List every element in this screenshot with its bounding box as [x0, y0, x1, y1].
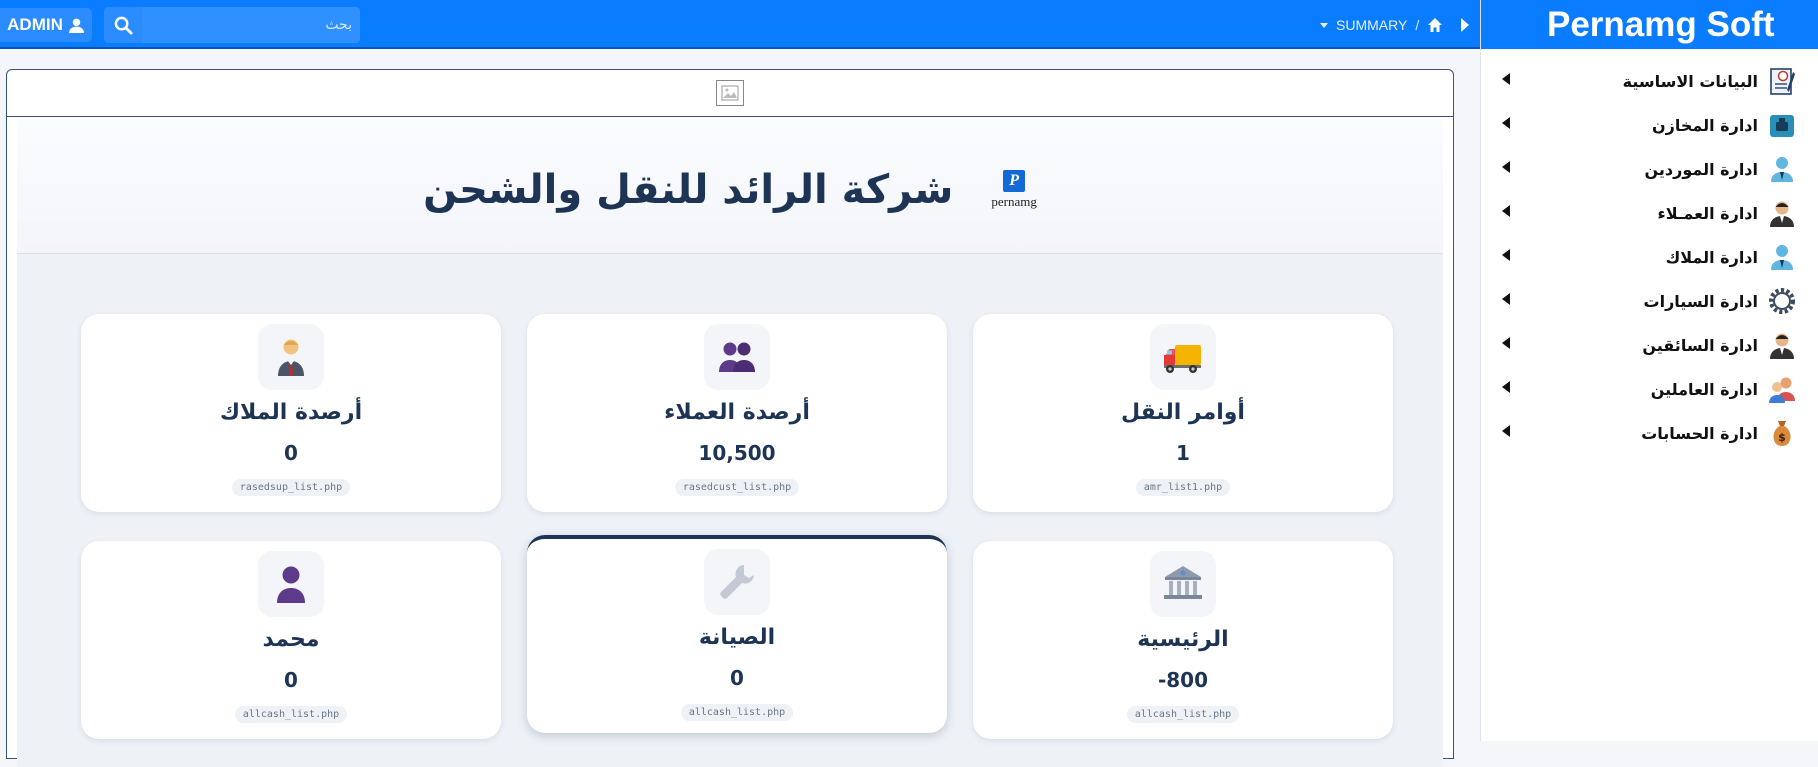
money-bag-icon: $ [1766, 417, 1798, 449]
sidebar-item-cars[interactable]: ادارة السيارات [1481, 279, 1818, 323]
expand-arrow-icon[interactable] [1502, 117, 1510, 129]
card-file-tag: amr_list1.php [1135, 479, 1231, 496]
sidebar-item-accounts[interactable]: ادارة الحسابات $ [1481, 411, 1818, 455]
card-customer-balances[interactable]: أرصدة العملاء 10,500 rasedcust_list.php [527, 314, 947, 512]
sidebar-item-label: البيانات الاساسية [1622, 71, 1758, 91]
company-header: شركة الرائد للنقل والشحن P pernamg [17, 117, 1443, 254]
admin-user-button[interactable]: ADMIN [0, 8, 92, 42]
card-file-tag: rasedcust_list.php [674, 479, 800, 496]
card-file-tag: rasedsup_list.php [231, 479, 351, 496]
expand-arrow-icon[interactable] [1502, 249, 1510, 261]
card-title: أرصدة الملاك [219, 400, 363, 425]
expand-arrow-icon[interactable] [1502, 205, 1510, 217]
sidebar: Pernamg Soft البيانات الاساسية ادارة الم… [1480, 0, 1818, 741]
logo-text: pernamg [991, 194, 1037, 209]
sidebar-toggle-icon[interactable] [1461, 18, 1470, 32]
breadcrumb-separator: / [1415, 17, 1420, 33]
card-file-tag: allcash_list.php [234, 706, 348, 723]
customer-icon [1766, 197, 1798, 229]
sidebar-item-label: ادارة السائقين [1642, 335, 1758, 355]
card-owner-balances[interactable]: أرصدة الملاك 0 rasedsup_list.php [81, 314, 501, 512]
card-value: 10,500 [698, 441, 776, 465]
sidebar-item-customers[interactable]: ادارة العمـلاء [1481, 191, 1818, 235]
sidebar-item-label: ادارة المخازن [1651, 115, 1758, 135]
card-file-tag: allcash_list.php [1126, 706, 1240, 723]
sidebar-item-warehouses[interactable]: ادارة المخازن [1481, 103, 1818, 147]
basic-data-icon [1766, 65, 1798, 97]
sidebar-item-suppliers[interactable]: ادارة الموردين [1481, 147, 1818, 191]
top-navbar: ADMIN SUMMARY / [0, 0, 1480, 49]
owner-icon [1766, 241, 1798, 273]
supplier-icon [1766, 153, 1798, 185]
card-title: محمد [262, 627, 320, 652]
card-title: الرئيسية [1137, 627, 1229, 652]
gear-icon [1766, 285, 1798, 317]
customers-icon [704, 324, 770, 390]
user-icon [68, 18, 84, 33]
card-value: 0 [730, 666, 744, 690]
card-mohamed[interactable]: محمد 0 allcash_list.php [81, 541, 501, 739]
main-panel: شركة الرائد للنقل والشحن P pernamg أوامر… [6, 69, 1454, 767]
search-icon [114, 16, 133, 35]
card-transport-orders[interactable]: أوامر النقل 1 amr_list1.php [973, 314, 1393, 512]
company-title: شركة الرائد للنقل والشحن [423, 167, 954, 213]
panel-header [7, 70, 1453, 117]
sidebar-item-basic-data[interactable]: البيانات الاساسية [1481, 59, 1818, 103]
sidebar-item-label: ادارة الملاك [1665, 247, 1758, 267]
sidebar-item-label: ادارة الموردين [1644, 159, 1758, 179]
home-icon[interactable] [1427, 17, 1443, 33]
bank-icon [1150, 551, 1216, 617]
search-input[interactable] [142, 7, 360, 43]
truck-icon [1150, 324, 1216, 390]
card-value: 0 [284, 668, 298, 692]
breadcrumb-summary[interactable]: SUMMARY [1336, 17, 1407, 33]
warehouse-icon [1766, 109, 1798, 141]
owner-person-icon [258, 324, 324, 390]
driver-icon [1766, 329, 1798, 361]
company-logo: P pernamg [991, 170, 1037, 210]
broken-image-icon [716, 80, 744, 106]
admin-label: ADMIN [7, 15, 63, 34]
card-title: أوامر النقل [1121, 400, 1245, 425]
sidebar-item-label: ادارة العاملين [1650, 379, 1758, 399]
expand-arrow-icon[interactable] [1502, 161, 1510, 173]
card-title: أرصدة العملاء [664, 400, 810, 425]
card-main[interactable]: الرئيسية -800 allcash_list.php [973, 541, 1393, 739]
card-maintenance[interactable]: الصيانة 0 allcash_list.php [527, 535, 947, 733]
sidebar-menu: البيانات الاساسية ادارة المخازن ادارة ال… [1481, 49, 1818, 455]
workers-icon [1766, 373, 1798, 405]
card-value: 0 [284, 441, 298, 465]
chevron-down-icon[interactable] [1320, 22, 1328, 28]
card-file-tag: allcash_list.php [680, 704, 794, 721]
card-title: الصيانة [698, 625, 776, 650]
sidebar-item-label: ادارة السيارات [1643, 291, 1759, 311]
wrench-icon [704, 549, 770, 615]
expand-arrow-icon[interactable] [1502, 337, 1510, 349]
card-value: 1 [1176, 441, 1190, 465]
breadcrumb: SUMMARY / [1320, 14, 1470, 36]
expand-arrow-icon[interactable] [1502, 425, 1510, 437]
expand-arrow-icon[interactable] [1502, 381, 1510, 393]
dashboard-content: شركة الرائد للنقل والشحن P pernamg أوامر… [17, 117, 1443, 767]
svg-text:$: $ [1778, 431, 1786, 444]
expand-arrow-icon[interactable] [1502, 73, 1510, 85]
sidebar-item-owners[interactable]: ادارة الملاك [1481, 235, 1818, 279]
sidebar-item-workers[interactable]: ادارة العاملين [1481, 367, 1818, 411]
sidebar-item-label: ادارة الحسابات [1641, 423, 1758, 443]
brand-title[interactable]: Pernamg Soft [1481, 0, 1818, 49]
sidebar-item-drivers[interactable]: ادارة السائقين [1481, 323, 1818, 367]
sidebar-item-label: ادارة العمـلاء [1657, 203, 1758, 223]
logo-badge: P [1003, 170, 1026, 192]
expand-arrow-icon[interactable] [1502, 293, 1510, 305]
search-button[interactable] [104, 7, 142, 43]
person-icon [258, 551, 324, 617]
card-value: -800 [1157, 668, 1209, 692]
